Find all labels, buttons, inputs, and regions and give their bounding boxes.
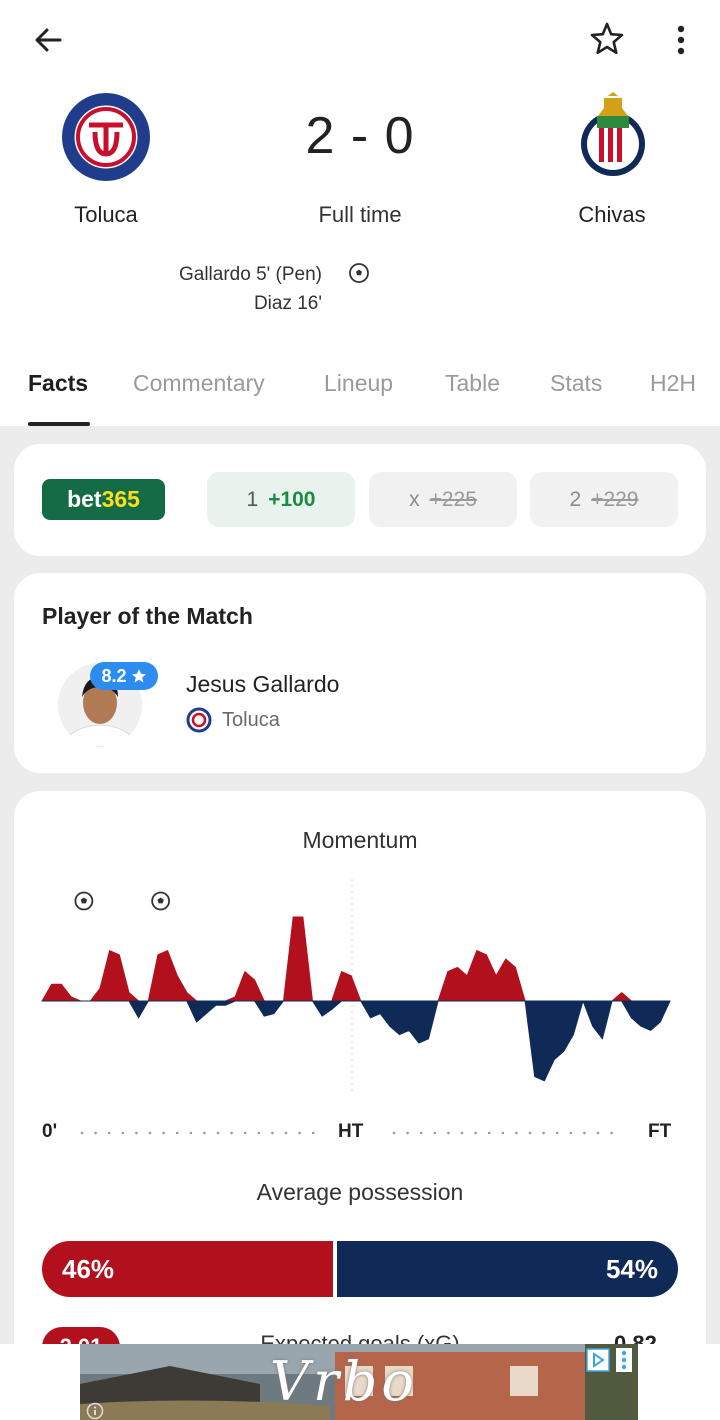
star-filled-icon <box>131 669 146 683</box>
home-team-name[interactable]: Toluca <box>6 202 206 228</box>
more-options-button[interactable] <box>664 18 698 62</box>
goal-ball-icon <box>74 891 94 911</box>
player-of-match-card[interactable]: Player of the Match 8.2 Jesus Gallardo T… <box>14 573 706 773</box>
ad-info-icon[interactable] <box>86 1402 104 1420</box>
timeline-dot <box>80 1131 84 1135</box>
timeline-dot <box>311 1131 315 1135</box>
ad-more-icon[interactable] <box>616 1348 632 1372</box>
tab-h2h[interactable]: H2H <box>650 370 696 397</box>
odds-card: bet 365 1 +100 x +225 2 +229 <box>14 444 706 556</box>
odds-draw-button[interactable]: x +225 <box>369 472 517 527</box>
timeline-dot <box>243 1131 247 1135</box>
timeline-dot <box>542 1131 545 1135</box>
momentum-home-area <box>41 916 671 1002</box>
timeline-dot <box>487 1131 491 1135</box>
timeline-dot <box>392 1131 396 1135</box>
timeline-dot <box>528 1131 532 1135</box>
ad-image[interactable]: Vrbo <box>80 1344 638 1420</box>
timeline-dot <box>230 1131 233 1135</box>
momentum-title: Momentum <box>302 827 418 853</box>
home-team-logo[interactable] <box>61 92 151 182</box>
odds-home-button[interactable]: 1 +100 <box>207 472 355 527</box>
tab-stats[interactable]: Stats <box>550 370 602 397</box>
timeline-dot <box>569 1131 573 1135</box>
ad-choices-icon[interactable] <box>586 1348 610 1372</box>
match-tabs: Facts Commentary Lineup Table Stats H2H <box>0 358 720 426</box>
toluca-logo-icon <box>186 707 212 733</box>
arrow-left-icon <box>35 28 62 52</box>
timeline-dot <box>216 1131 220 1135</box>
timeline-dot <box>162 1131 165 1135</box>
momentum-timeline-dots <box>80 1131 613 1135</box>
match-score: 2 - 0 <box>305 107 415 165</box>
ad-text: Vrbo <box>270 1350 418 1413</box>
star-outline-icon <box>590 22 624 55</box>
timeline-dot <box>447 1131 450 1135</box>
timeline-dot <box>610 1131 613 1135</box>
odds-away-value: +229 <box>591 487 639 511</box>
player-name: Jesus Gallardo <box>186 671 340 697</box>
active-tab-indicator <box>28 422 90 426</box>
rating-badge: 8.2 <box>90 662 158 690</box>
odds-home-label: 1 <box>246 487 259 511</box>
away-team-logo[interactable] <box>568 92 658 182</box>
timeline-dot <box>148 1131 152 1135</box>
timeline-dot <box>271 1131 274 1135</box>
timeline-dot <box>474 1131 477 1135</box>
timeline-dot <box>284 1131 288 1135</box>
momentum-away-area <box>41 1000 671 1082</box>
timeline-dot <box>501 1131 505 1135</box>
goal-ball-icon <box>151 891 171 911</box>
tab-table[interactable]: Table <box>445 370 500 397</box>
timeline-dot <box>596 1131 600 1135</box>
odds-home-value: +100 <box>268 487 316 511</box>
bookmaker-logo-prefix: bet <box>67 486 102 512</box>
stats-card: Momentum 0' HT FT Average possession 46%… <box>14 791 706 1420</box>
timeline-dot <box>406 1131 409 1135</box>
timeline-dot <box>257 1131 261 1135</box>
tab-commentary[interactable]: Commentary <box>133 370 265 397</box>
top-bar <box>0 0 720 80</box>
possession-away-bar: 54% <box>337 1241 678 1297</box>
momentum-chart <box>41 879 671 1091</box>
odds-away-label: 2 <box>569 487 582 511</box>
potm-title: Player of the Match <box>42 603 253 629</box>
away-team-name[interactable]: Chivas <box>512 202 712 228</box>
timeline-dot <box>189 1131 193 1135</box>
match-status: Full time <box>318 202 402 227</box>
timeline-dot <box>175 1131 179 1135</box>
bookmaker-logo[interactable]: bet 365 <box>42 479 165 520</box>
tab-lineup[interactable]: Lineup <box>324 370 393 397</box>
timeline-dot <box>515 1131 518 1135</box>
odds-draw-label: x <box>409 487 420 511</box>
rating-value: 8.2 <box>101 665 127 686</box>
home-scorers: Gallardo 5' (Pen) Diaz 16' <box>100 260 322 318</box>
timeline-dot <box>121 1131 125 1135</box>
scorer-line: Gallardo 5' (Pen) <box>178 264 322 285</box>
timeline-dot <box>433 1131 437 1135</box>
favorite-button[interactable] <box>584 16 630 62</box>
soccer-ball-icon <box>348 262 370 284</box>
timeline-dot <box>94 1131 97 1135</box>
odds-draw-value: +225 <box>429 487 477 511</box>
more-vertical-icon <box>677 25 685 55</box>
player-team-name: Toluca <box>222 709 280 731</box>
timeline-dot <box>555 1131 559 1135</box>
bookmaker-logo-suffix: 365 <box>101 486 140 512</box>
timeline-dot <box>419 1131 423 1135</box>
timeline-dot <box>460 1131 464 1135</box>
timeline-dot <box>298 1131 301 1135</box>
timeline-dot <box>135 1131 138 1135</box>
back-button[interactable] <box>26 20 70 60</box>
timeline-dot <box>107 1131 111 1135</box>
possession-home-bar: 46% <box>42 1241 333 1297</box>
ad-banner[interactable]: Vrbo <box>0 1344 720 1420</box>
tab-facts[interactable]: Facts <box>28 370 88 397</box>
odds-away-button[interactable]: 2 +229 <box>530 472 678 527</box>
possession-title: Average possession <box>256 1179 464 1205</box>
timeline-dot <box>203 1131 206 1135</box>
scorer-line: Diaz 16' <box>253 293 322 314</box>
match-header: Toluca 2 - 0 Full time Chivas Gallardo 5… <box>0 0 720 426</box>
timeline-dot <box>583 1131 586 1135</box>
